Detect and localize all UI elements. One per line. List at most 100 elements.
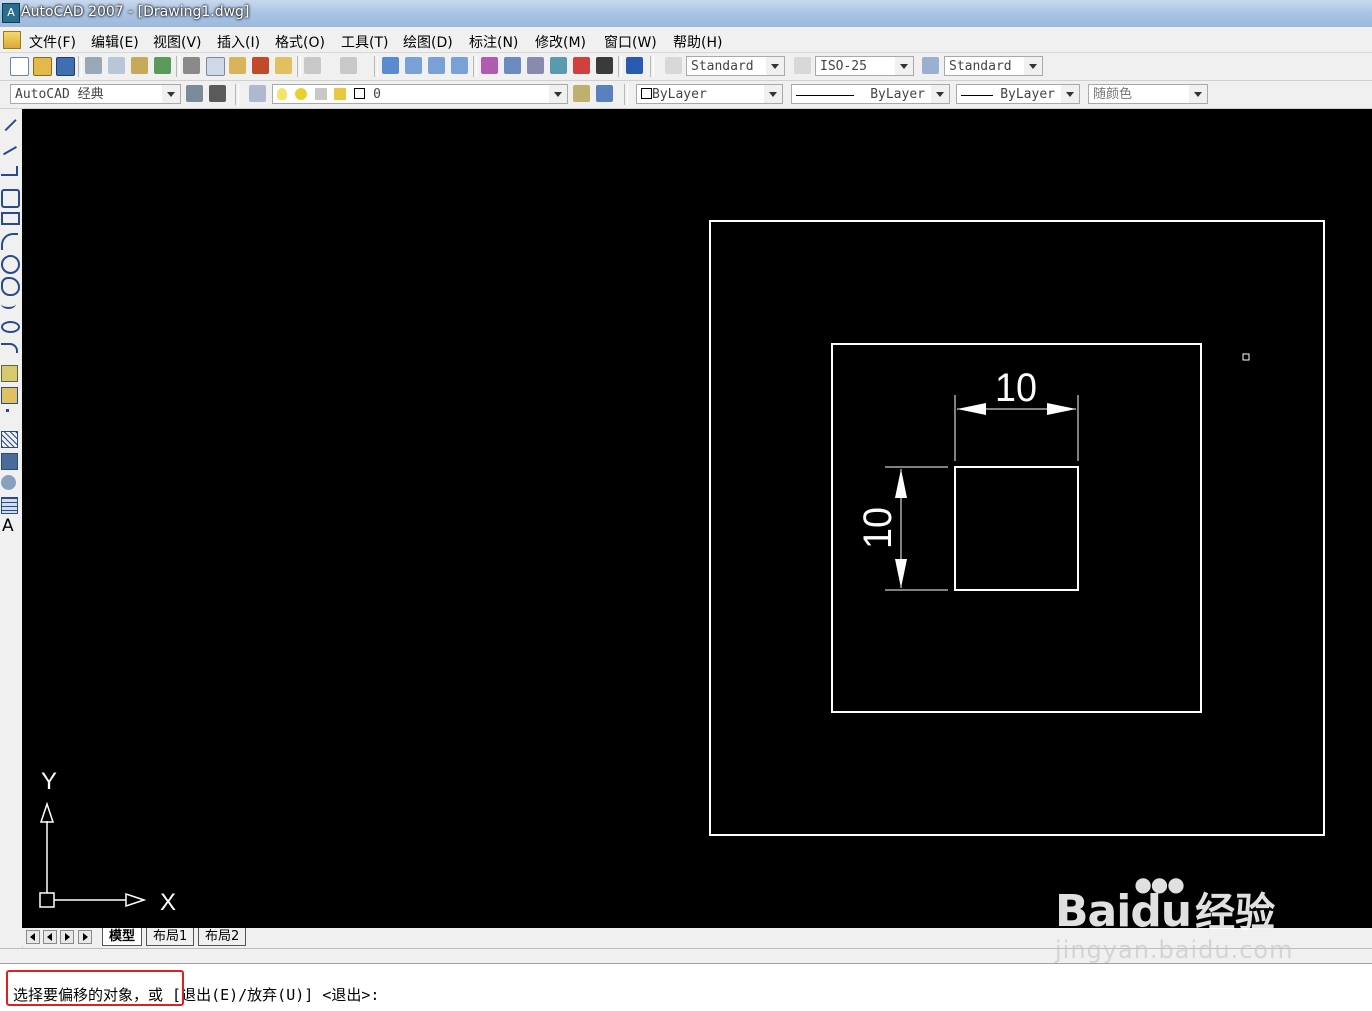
menu-tools[interactable]: 工具(T)	[341, 32, 388, 52]
region-icon[interactable]	[1, 475, 16, 490]
ellipse-icon[interactable]	[1, 321, 20, 333]
hatch-icon[interactable]	[1, 431, 18, 448]
layer-lock-icon[interactable]	[314, 88, 327, 100]
redo-icon[interactable]	[340, 57, 357, 74]
calculator-icon[interactable]	[596, 57, 613, 74]
gradient-icon[interactable]	[1, 453, 18, 470]
menu-file[interactable]: 文件(F)	[29, 32, 76, 52]
polyline-icon[interactable]	[1, 166, 18, 176]
plotstyle-select[interactable]: 随颜色	[1088, 84, 1208, 104]
dim-style-icon[interactable]	[794, 57, 811, 74]
copy-icon[interactable]	[206, 57, 225, 76]
tab-nav-next-icon[interactable]	[60, 930, 74, 944]
command-line[interactable]: 选择要偏移的对象，或 [退出(E)/放弃(U)] <退出>:	[0, 963, 1372, 1011]
drawing-svg[interactable]: 10 10 X Y	[22, 109, 1372, 928]
save-icon[interactable]	[56, 57, 75, 76]
pan-icon[interactable]	[382, 57, 399, 74]
layer-on-icon[interactable]	[277, 88, 287, 100]
undo-icon[interactable]	[304, 57, 321, 74]
menu-insert[interactable]: 插入(I)	[217, 32, 260, 52]
multiline-text-icon[interactable]: A	[2, 516, 17, 536]
make-object-layer-current-icon[interactable]	[573, 85, 590, 102]
tab-model[interactable]: 模型	[102, 928, 143, 946]
color-select[interactable]: ByLayer	[636, 84, 783, 104]
match-properties-icon[interactable]	[252, 57, 269, 74]
outer-rectangle[interactable]	[709, 220, 1325, 836]
publish-icon[interactable]	[131, 57, 148, 74]
chevron-down-icon[interactable]	[549, 85, 567, 103]
rectangle-icon[interactable]	[1, 212, 20, 225]
point-icon[interactable]	[6, 409, 9, 412]
chevron-down-icon[interactable]	[1024, 57, 1042, 75]
chevron-down-icon[interactable]	[931, 85, 949, 103]
text-style-icon[interactable]	[665, 57, 682, 74]
chevron-down-icon[interactable]	[1189, 85, 1207, 103]
markup-icon[interactable]	[573, 57, 590, 74]
table-style-select[interactable]: Standard	[944, 56, 1043, 76]
print-preview-icon[interactable]	[108, 57, 125, 74]
autocad-app-icon[interactable]: A	[2, 3, 20, 23]
block-editor-icon[interactable]	[275, 57, 292, 74]
menu-format[interactable]: 格式(O)	[275, 32, 325, 52]
vertical-dimension[interactable]: 10	[856, 466, 948, 591]
inner-square[interactable]	[954, 466, 1079, 591]
zoom-realtime-icon[interactable]	[405, 57, 422, 74]
tab-nav-first-icon[interactable]	[26, 930, 40, 944]
insert-block-icon[interactable]	[1, 365, 18, 382]
chevron-down-icon[interactable]	[895, 57, 913, 75]
text-style-select[interactable]: Standard	[686, 56, 785, 76]
spline-icon[interactable]	[1, 299, 16, 309]
paste-icon[interactable]	[229, 57, 246, 74]
chevron-down-icon[interactable]	[162, 85, 180, 103]
lineweight-select[interactable]: ByLayer	[956, 84, 1080, 104]
menu-draw[interactable]: 绘图(D)	[403, 32, 453, 52]
make-block-icon[interactable]	[1, 387, 18, 404]
menu-dimension[interactable]: 标注(N)	[469, 32, 518, 52]
tab-layout2[interactable]: 布局2	[198, 928, 247, 946]
menu-window[interactable]: 窗口(W)	[604, 32, 657, 52]
sheet-set-icon[interactable]	[550, 57, 567, 74]
menu-help[interactable]: 帮助(H)	[673, 32, 722, 52]
document-icon[interactable]	[3, 31, 21, 49]
table-style-icon[interactable]	[922, 57, 939, 74]
menu-modify[interactable]: 修改(M)	[535, 32, 586, 52]
workspace-settings-icon[interactable]	[186, 85, 203, 102]
chevron-down-icon[interactable]	[1061, 85, 1079, 103]
tab-nav-prev-icon[interactable]	[43, 930, 57, 944]
new-icon[interactable]	[10, 57, 29, 76]
workspace-select[interactable]: AutoCAD 经典	[10, 84, 181, 104]
zoom-previous-icon[interactable]	[451, 57, 468, 74]
layer-thaw-icon[interactable]	[294, 88, 307, 100]
layer-previous-icon[interactable]	[596, 85, 613, 102]
cut-icon[interactable]	[183, 57, 200, 74]
menu-view[interactable]: 视图(V)	[153, 32, 202, 52]
polygon-icon[interactable]	[1, 189, 20, 208]
tab-layout1[interactable]: 布局1	[146, 928, 195, 946]
zoom-window-icon[interactable]	[428, 57, 445, 74]
open-icon[interactable]	[33, 57, 52, 76]
design-center-icon[interactable]	[504, 57, 521, 74]
revision-cloud-icon[interactable]	[1, 277, 20, 296]
etransmit-icon[interactable]	[154, 57, 171, 74]
arc-icon[interactable]	[1, 233, 18, 250]
ellipse-arc-icon[interactable]	[1, 343, 18, 353]
horizontal-dimension[interactable]: 10	[954, 366, 1079, 461]
workspace-save-icon[interactable]	[209, 85, 226, 102]
construction-line-icon[interactable]	[0, 140, 17, 156]
help-icon[interactable]	[626, 57, 643, 74]
tool-palettes-icon[interactable]	[527, 57, 544, 74]
menu-edit[interactable]: 编辑(E)	[91, 32, 139, 52]
linetype-select[interactable]: ByLayer	[791, 84, 950, 104]
line-icon[interactable]	[0, 114, 17, 132]
layer-select[interactable]: 0	[272, 84, 568, 104]
circle-icon[interactable]	[1, 255, 20, 274]
layer-plot-icon[interactable]	[334, 88, 347, 100]
chevron-down-icon[interactable]	[766, 57, 784, 75]
table-icon[interactable]	[1, 497, 18, 514]
tab-nav-last-icon[interactable]	[78, 930, 92, 944]
drawing-canvas[interactable]: 10 10 X Y	[22, 109, 1372, 928]
properties-icon[interactable]	[481, 57, 498, 74]
dim-style-select[interactable]: ISO-25	[815, 56, 914, 76]
print-icon[interactable]	[85, 57, 102, 74]
layer-manager-icon[interactable]	[249, 85, 266, 102]
